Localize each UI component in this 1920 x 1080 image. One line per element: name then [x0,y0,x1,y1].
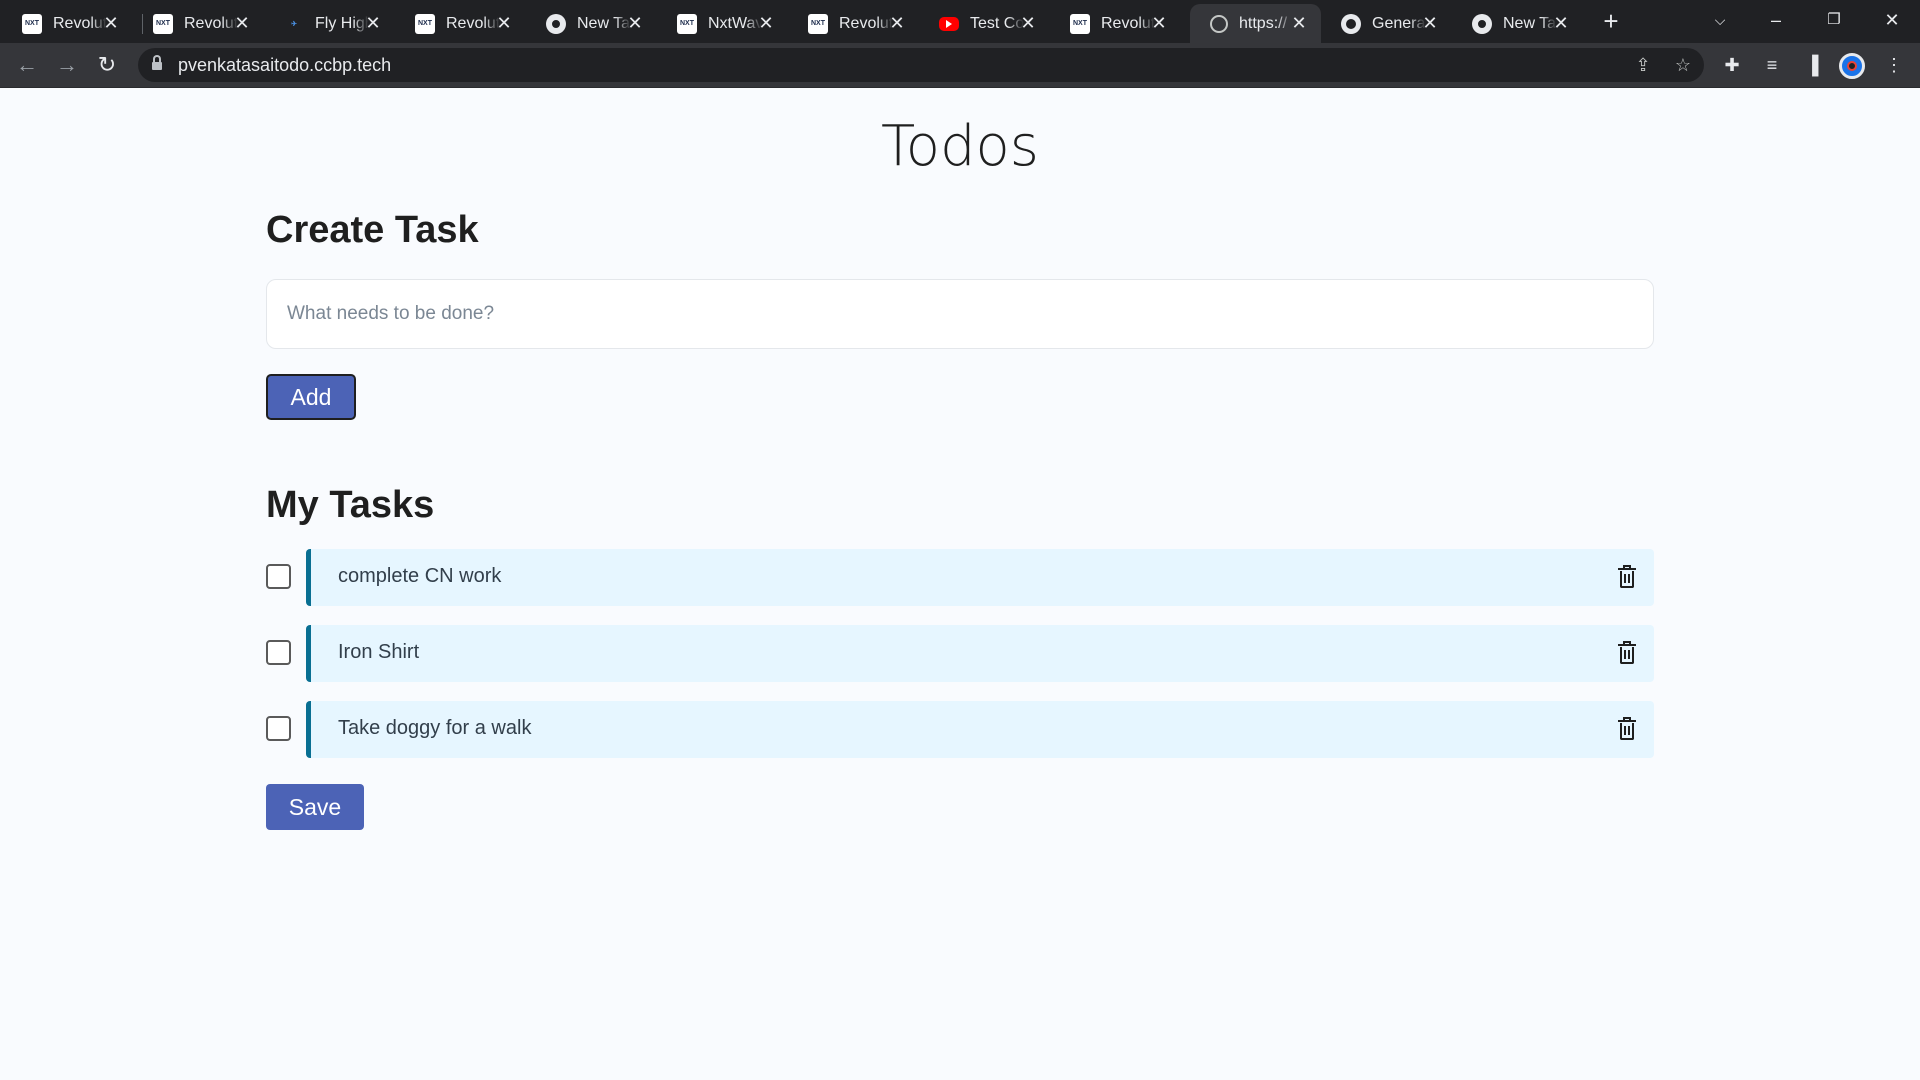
tab-title: Fly High [315,14,369,32]
close-icon[interactable]: ✕ [756,13,776,33]
todo-label-container: Iron Shirt [306,625,1654,682]
profile-avatar[interactable] [1839,53,1865,79]
url-text[interactable]: pvenkatasaitodo.ccbp.tech [178,55,391,76]
share-icon[interactable]: ⇪ [1630,52,1656,78]
delete-icon[interactable] [1618,641,1636,664]
close-icon[interactable]: ✕ [1289,13,1309,33]
todo-item: Iron Shirt [266,625,1654,682]
tab-title: Revolut [1101,14,1155,32]
close-icon[interactable]: ✕ [494,13,514,33]
browser-tab[interactable]: NXT Revolut ✕ [133,4,264,43]
tab-title: https:// [1239,14,1288,32]
forward-icon[interactable]: → [52,50,82,80]
todo-label[interactable]: complete CN work [338,565,501,588]
browser-tab[interactable]: Test Co ✕ [919,4,1050,43]
create-task-heading: Create Task [266,209,479,252]
todo-item: complete CN work [266,549,1654,606]
close-icon[interactable]: ✕ [101,13,121,33]
browser-toolbar: ← → ↻ pvenkatasaitodo.ccbp.tech ⇪ ☆ ✚ ≡ … [0,43,1920,88]
nxtwave-icon: NXT [415,13,435,34]
my-tasks-heading: My Tasks [266,484,434,527]
chrome-icon [1472,13,1492,34]
nxtwave-icon: NXT [808,13,828,34]
nxtwave-icon: NXT [22,13,42,34]
save-button[interactable]: Save [266,784,364,830]
tab-title: Test Co [970,14,1024,32]
todo-input[interactable] [266,279,1654,349]
browser-tab[interactable]: NXT NxtWave ✕ [657,4,788,43]
browser-tab[interactable]: New Tab ✕ [526,4,657,43]
browser-tab[interactable]: ✈ Fly High ✕ [264,4,395,43]
chrome-icon [546,13,566,34]
tab-title: New Tab [1503,14,1557,32]
todo-checkbox[interactable] [266,564,291,589]
close-icon[interactable]: ✕ [1149,13,1169,33]
minimize-button[interactable]: – [1748,0,1804,40]
side-panel-icon[interactable]: ▐ [1797,50,1827,80]
nxtwave-icon: NXT [153,13,173,34]
menu-kebab-icon[interactable]: ⋮ [1879,50,1909,80]
tab-title: General [1372,14,1426,32]
tab-title: Revolut [446,14,500,32]
tab-title: Revolut [839,14,893,32]
delete-icon[interactable] [1618,717,1636,740]
todo-checkbox[interactable] [266,716,291,741]
browser-tab[interactable]: General ✕ [1321,4,1452,43]
address-bar[interactable]: pvenkatasaitodo.ccbp.tech ⇪ ☆ [138,48,1704,82]
close-icon[interactable]: ✕ [1420,13,1440,33]
close-icon[interactable]: ✕ [887,13,907,33]
todo-label-container: complete CN work [306,549,1654,606]
back-icon[interactable]: ← [12,50,42,80]
new-tab-button[interactable]: + [1597,8,1625,36]
restore-button[interactable]: ❐ [1806,0,1862,40]
todo-label-container: Take doggy for a walk [306,701,1654,758]
browser-tab[interactable]: NXT Revolut ✕ [788,4,919,43]
close-icon[interactable]: ✕ [363,13,383,33]
page-title: Todos [881,114,1039,179]
close-icon[interactable]: ✕ [232,13,252,33]
browser-tab[interactable]: NXT Revolut ✕ [2,4,133,43]
tab-title: Revolut [53,14,107,32]
globe-icon [1210,14,1228,33]
youtube-icon [939,16,959,31]
tab-title: Revolut [184,14,238,32]
todo-label[interactable]: Iron Shirt [338,641,419,664]
tab-title: NxtWave [708,14,762,32]
close-icon[interactable]: ✕ [1551,13,1571,33]
bookmark-star-icon[interactable]: ☆ [1670,52,1696,78]
todo-label[interactable]: Take doggy for a walk [338,717,531,740]
nxtwave-icon: NXT [677,13,697,34]
close-icon[interactable]: ✕ [625,13,645,33]
add-button[interactable]: Add [266,374,356,420]
close-window-button[interactable]: ✕ [1864,0,1920,40]
tab-title: New Tab [577,14,631,32]
tab-strip: NXT Revolut ✕ NXT Revolut ✕ ✈ Fly High ✕… [0,0,1920,43]
lock-icon[interactable] [152,55,162,71]
my-tasks-heading-bold: My [266,484,319,526]
extensions-icon[interactable]: ✚ [1717,50,1747,80]
create-task-heading-bold: Create [266,209,385,251]
media-control-icon[interactable]: ≡ [1757,50,1787,80]
todo-item: Take doggy for a walk [266,701,1654,758]
plane-icon: ✈ [291,20,297,28]
reload-icon[interactable]: ↻ [92,50,122,80]
create-task-heading-rest: Task [384,209,479,251]
nxtwave-icon: NXT [1070,13,1090,34]
tab-search-icon[interactable]: ⌵ [1692,0,1748,40]
todo-checkbox[interactable] [266,640,291,665]
my-tasks-heading-rest: Tasks [318,484,435,526]
github-icon [1341,13,1361,34]
page-content: Todos Create Task Add My Tasks complete … [0,89,1920,1080]
delete-icon[interactable] [1618,565,1636,588]
browser-tab[interactable]: NXT Revolut ✕ [1050,4,1181,43]
browser-tab-active[interactable]: https:// ✕ [1190,4,1321,43]
browser-tab[interactable]: NXT Revolut ✕ [395,4,526,43]
browser-tab[interactable]: New Tab ✕ [1452,4,1583,43]
close-icon[interactable]: ✕ [1018,13,1038,33]
